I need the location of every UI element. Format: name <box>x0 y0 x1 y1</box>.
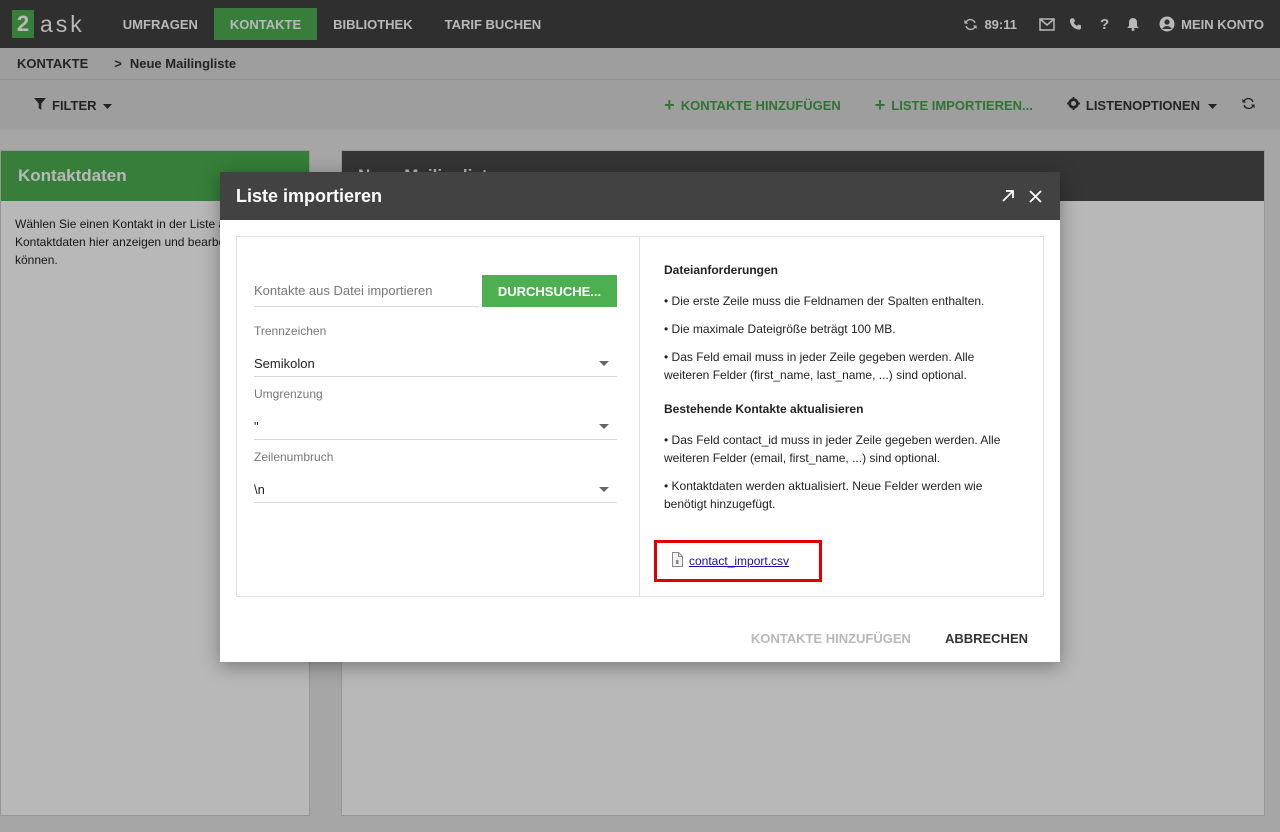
enclosure-label: Umgrenzung <box>254 387 323 401</box>
dialog-header-actions <box>987 172 1042 220</box>
enclosure-value: " <box>254 418 259 434</box>
update-title: Bestehende Kontakte aktualisieren <box>664 402 864 416</box>
file-input[interactable]: Kontakte aus Datei importieren <box>254 275 479 307</box>
sample-file-highlight: contact_import.csv <box>654 540 822 582</box>
update-item: • Kontaktdaten werden aktualisiert. Neue… <box>664 479 983 511</box>
file-requirements: Dateianforderungen • Die erste Zeile mus… <box>640 237 1043 596</box>
import-list-dialog: Liste importieren Kontakte aus Datei imp… <box>220 172 1060 662</box>
file-icon <box>672 552 683 570</box>
dialog-title: Liste importieren <box>236 185 383 206</box>
dialog-footer: KONTAKTE HINZUFÜGEN ABBRECHEN <box>751 631 1028 646</box>
delimiter-field: Trennzeichen Semikolon <box>254 324 617 377</box>
dropdown-arrow-icon <box>599 487 609 492</box>
line-break-label: Zeilenumbruch <box>254 450 334 464</box>
delimiter-select[interactable]: Semikolon <box>254 350 617 377</box>
dropdown-arrow-icon <box>599 361 609 366</box>
enclosure-select[interactable]: " <box>254 413 617 440</box>
requirements-title: Dateianforderungen <box>664 263 779 277</box>
submit-add-contacts-button[interactable]: KONTAKTE HINZUFÜGEN <box>751 631 911 646</box>
enclosure-field: Umgrenzung " <box>254 387 617 440</box>
requirement-item: • Die erste Zeile muss die Feldnamen der… <box>664 294 985 308</box>
expand-button[interactable] <box>1001 189 1015 203</box>
sample-file-link[interactable]: contact_import.csv <box>689 554 789 568</box>
delimiter-label: Trennzeichen <box>254 324 327 338</box>
close-button[interactable] <box>1029 189 1042 203</box>
requirement-item: • Das Feld email muss in jeder Zeile geg… <box>664 350 975 382</box>
update-item: • Das Feld contact_id muss in jeder Zeil… <box>664 433 1001 465</box>
dialog-body: Kontakte aus Datei importieren DURCHSUCH… <box>236 236 1044 597</box>
cancel-button[interactable]: ABBRECHEN <box>945 631 1028 646</box>
line-break-field: Zeilenumbruch \n <box>254 450 617 503</box>
import-settings: Kontakte aus Datei importieren DURCHSUCH… <box>237 237 640 596</box>
delimiter-value: Semikolon <box>254 355 315 371</box>
dialog-header: Liste importieren <box>220 172 1060 220</box>
close-icon <box>1029 189 1042 203</box>
line-break-value: \n <box>254 481 265 497</box>
browse-button[interactable]: DURCHSUCHE... <box>482 275 617 307</box>
dropdown-arrow-icon <box>599 424 609 429</box>
expand-arrow-icon <box>1002 190 1014 202</box>
file-row: Kontakte aus Datei importieren DURCHSUCH… <box>254 275 617 307</box>
line-break-select[interactable]: \n <box>254 476 617 503</box>
requirement-item: • Die maximale Dateigröße beträgt 100 MB… <box>664 322 896 336</box>
